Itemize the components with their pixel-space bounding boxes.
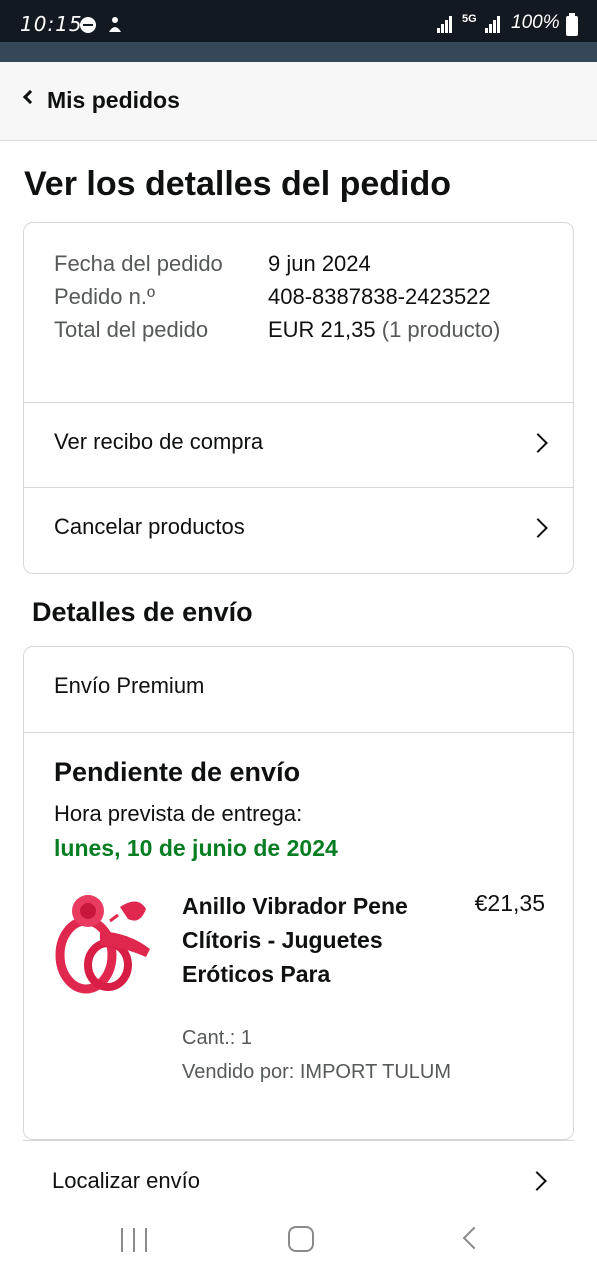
order-info: Fecha del pedido 9 jun 2024 Pedido n.º 4… bbox=[54, 247, 554, 346]
order-total-row: Total del pedido EUR 21,35 (1 producto) bbox=[54, 313, 554, 346]
order-number-value: 408-8387838-2423522 bbox=[268, 284, 491, 309]
order-total-label: Total del pedido bbox=[54, 317, 209, 342]
cancel-items-label: Cancelar productos bbox=[54, 514, 245, 539]
order-date-value: 9 jun 2024 bbox=[268, 251, 371, 276]
page-title: Ver los detalles del pedido bbox=[24, 165, 452, 203]
do-not-disturb-icon bbox=[80, 17, 96, 33]
product-seller: Vendido por: IMPORT TULUM bbox=[182, 1061, 452, 1083]
header-strip bbox=[0, 42, 597, 62]
notification-icon bbox=[109, 17, 121, 32]
product-name[interactable]: Anillo Vibrador Pene Clítoris - Juguetes… bbox=[182, 889, 412, 991]
order-summary-card: Fecha del pedido 9 jun 2024 Pedido n.º 4… bbox=[23, 222, 574, 574]
chevron-right-icon bbox=[527, 1171, 547, 1191]
chevron-right-icon bbox=[528, 518, 548, 538]
eta-date: lunes, 10 de junio de 2024 bbox=[54, 835, 338, 861]
battery-icon bbox=[566, 13, 578, 36]
shipping-card: Envío Premium Pendiente de envío Hora pr… bbox=[23, 646, 574, 1140]
shipping-section-title: Detalles de envío bbox=[32, 597, 253, 627]
signal-icon bbox=[437, 15, 455, 33]
order-item-count: (1 producto) bbox=[381, 317, 501, 342]
shipment-status: Pendiente de envío bbox=[54, 757, 301, 787]
battery-level: 100% bbox=[511, 12, 560, 33]
chevron-left-icon[interactable] bbox=[22, 89, 38, 105]
order-number-row: Pedido n.º 408-8387838-2423522 bbox=[54, 280, 554, 313]
back-icon[interactable] bbox=[462, 1226, 486, 1250]
status-time: 10:15 bbox=[20, 12, 83, 36]
view-receipt-label: Ver recibo de compra bbox=[54, 429, 264, 454]
nav-bar: Mis pedidos bbox=[0, 62, 597, 141]
back-link-my-orders[interactable]: Mis pedidos bbox=[47, 87, 180, 114]
product-quantity: Cant.: 1 bbox=[182, 1027, 253, 1049]
order-date-label: Fecha del pedido bbox=[54, 251, 223, 276]
product-price: €21,35 bbox=[474, 890, 545, 916]
home-icon[interactable] bbox=[288, 1226, 314, 1252]
view-receipt-row[interactable]: Ver recibo de compra bbox=[24, 402, 573, 488]
system-nav-bar bbox=[0, 1200, 597, 1280]
track-shipment-label: Localizar envío bbox=[52, 1168, 200, 1193]
eta-label: Hora prevista de entrega: bbox=[54, 801, 303, 826]
cancel-items-row[interactable]: Cancelar productos bbox=[24, 487, 573, 573]
recent-apps-icon[interactable] bbox=[121, 1228, 149, 1252]
order-number-label: Pedido n.º bbox=[54, 284, 155, 309]
status-bar: 10:15 5G 100% bbox=[0, 0, 597, 42]
signal-icon-2 bbox=[485, 15, 503, 33]
product-image[interactable] bbox=[50, 885, 160, 997]
network-type: 5G bbox=[462, 13, 477, 25]
shipping-type: Envío Premium bbox=[54, 673, 205, 698]
order-total-amount: EUR 21,35 bbox=[268, 317, 376, 342]
order-total-value: EUR 21,35 (1 producto) bbox=[268, 313, 554, 346]
order-date-row: Fecha del pedido 9 jun 2024 bbox=[54, 247, 554, 280]
chevron-right-icon bbox=[528, 433, 548, 453]
divider bbox=[24, 732, 573, 733]
